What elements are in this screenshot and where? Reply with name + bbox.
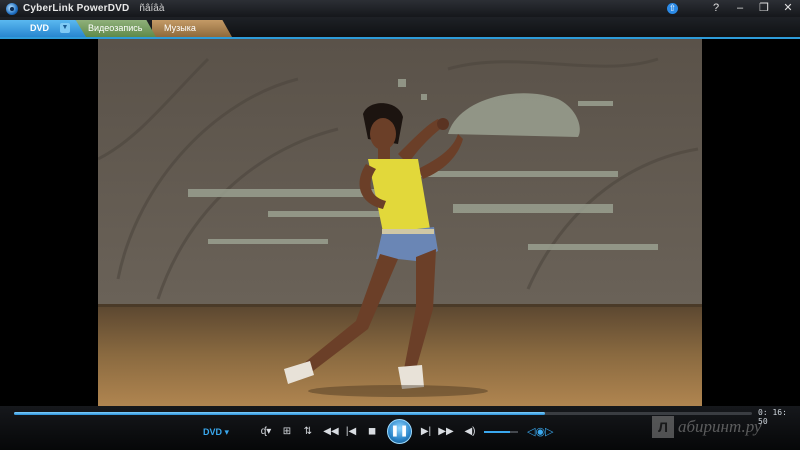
video-area[interactable] bbox=[0, 39, 800, 406]
app-title: CyberLink PowerDVD bbox=[23, 3, 130, 14]
volume-slider[interactable] bbox=[484, 431, 518, 433]
tab-dvd[interactable]: DVD ▼ bbox=[0, 20, 86, 37]
play-pause-button[interactable]: ❚❚ bbox=[387, 419, 412, 444]
chevron-down-icon[interactable]: ▼ bbox=[60, 23, 70, 33]
tab-video-label: Видеозапись bbox=[88, 23, 143, 33]
fast-forward-button[interactable]: ▶▶ bbox=[437, 423, 455, 441]
tab-music[interactable]: Музыка bbox=[152, 20, 232, 37]
restore-button[interactable]: ❐ bbox=[752, 0, 776, 17]
upgrade-icon[interactable]: ⇧ bbox=[667, 3, 678, 14]
source-selector[interactable]: DVD ▾ bbox=[203, 427, 229, 438]
watermark-logo: Л bbox=[652, 416, 674, 438]
tab-video-recording[interactable]: Видеозапись bbox=[76, 20, 156, 37]
stop-button[interactable]: ◼ bbox=[363, 423, 381, 441]
title-bar: CyberLink PowerDVD ñâíâà ⇧ ? – ❐ ✕ bbox=[0, 0, 800, 17]
previous-button[interactable]: |◀ bbox=[342, 423, 360, 441]
audio-stream-button[interactable]: ᶑ▾ bbox=[257, 423, 275, 441]
app-menu-label[interactable]: ñâíâà bbox=[139, 3, 164, 14]
help-button[interactable]: ? bbox=[704, 0, 728, 17]
close-button[interactable]: ✕ bbox=[776, 0, 800, 17]
watermark: Л абиринт.ру bbox=[652, 414, 792, 440]
tab-bar: Музыка Видеозапись DVD ▼ bbox=[0, 17, 800, 39]
next-button[interactable]: ▶| bbox=[417, 423, 435, 441]
video-still-image bbox=[98, 39, 702, 406]
view-mode-icon[interactable]: ◁◉▷ bbox=[527, 424, 554, 440]
settings-sliders-button[interactable]: ⇅ bbox=[299, 423, 317, 441]
watermark-text: абиринт.ру bbox=[678, 417, 762, 436]
tab-dvd-label: DVD bbox=[30, 23, 50, 33]
video-frame[interactable] bbox=[98, 39, 702, 406]
chapters-grid-button[interactable]: ⊞ bbox=[278, 423, 296, 441]
volume-button[interactable]: ◀) bbox=[461, 423, 479, 441]
app-logo-icon bbox=[6, 2, 18, 15]
minimize-button[interactable]: – bbox=[728, 0, 752, 17]
seek-bar[interactable] bbox=[14, 412, 752, 415]
tab-music-label: Музыка bbox=[164, 23, 196, 33]
volume-slider-level bbox=[484, 431, 510, 433]
seek-bar-progress bbox=[14, 412, 546, 415]
rewind-button[interactable]: ◀◀ bbox=[322, 423, 340, 441]
